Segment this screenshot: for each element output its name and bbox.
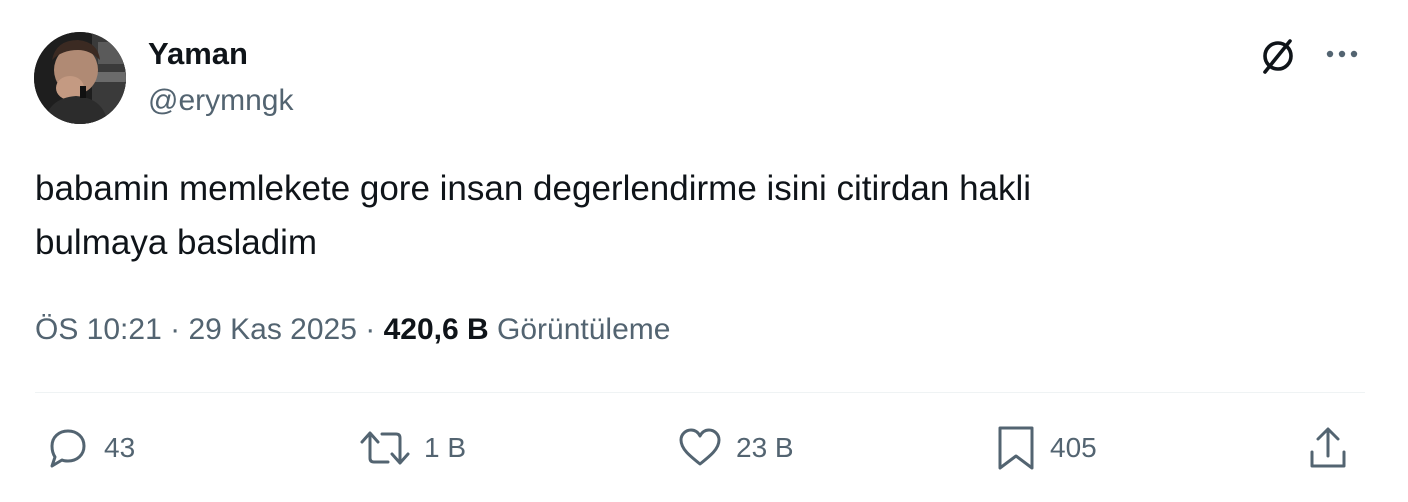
tweet-meta: ÖS 10:21 · 29 Kas 2025 · 420,6 B Görüntü… xyxy=(35,310,670,350)
author-handle[interactable]: @erymngk xyxy=(148,83,294,119)
more-options-icon[interactable] xyxy=(1320,36,1364,72)
repost-icon xyxy=(360,431,410,465)
avatar-photo xyxy=(34,32,126,124)
tweet-card: Yaman @erymngk babamin memlekete gore in… xyxy=(0,0,1408,502)
reply-icon xyxy=(50,429,86,468)
views-label: Görüntüleme xyxy=(497,313,671,346)
grok-icon[interactable] xyxy=(1256,34,1300,78)
tweet-text-line-1: babamin memlekete gore insan degerlendir… xyxy=(35,169,1032,208)
like-button[interactable]: 23 B xyxy=(676,424,794,472)
tweet-text: babamin memlekete gore insan degerlendir… xyxy=(35,162,1355,270)
tweet-date[interactable]: 29 Kas 2025 xyxy=(188,313,356,346)
meta-separator: · xyxy=(161,313,189,346)
meta-separator: · xyxy=(356,313,384,346)
like-icon xyxy=(679,428,721,466)
share-button[interactable] xyxy=(1304,424,1352,472)
reply-button[interactable]: 43 xyxy=(44,424,135,472)
reply-count: 43 xyxy=(104,432,136,463)
repost-count: 1 B xyxy=(424,432,467,463)
repost-button[interactable]: 1 B xyxy=(358,424,466,472)
author-display-name[interactable]: Yaman xyxy=(148,36,248,72)
share-icon xyxy=(1310,427,1346,468)
like-count: 23 B xyxy=(736,432,794,463)
tweet-time[interactable]: ÖS 10:21 xyxy=(35,313,162,346)
divider xyxy=(35,392,1365,393)
bookmark-button[interactable]: 405 xyxy=(994,424,1097,472)
bookmark-icon xyxy=(998,426,1034,470)
bookmark-count: 405 xyxy=(1050,432,1097,463)
avatar[interactable] xyxy=(34,32,126,124)
views-count: 420,6 B xyxy=(383,313,489,346)
tweet-text-line-2: bulmaya basladim xyxy=(35,223,318,262)
